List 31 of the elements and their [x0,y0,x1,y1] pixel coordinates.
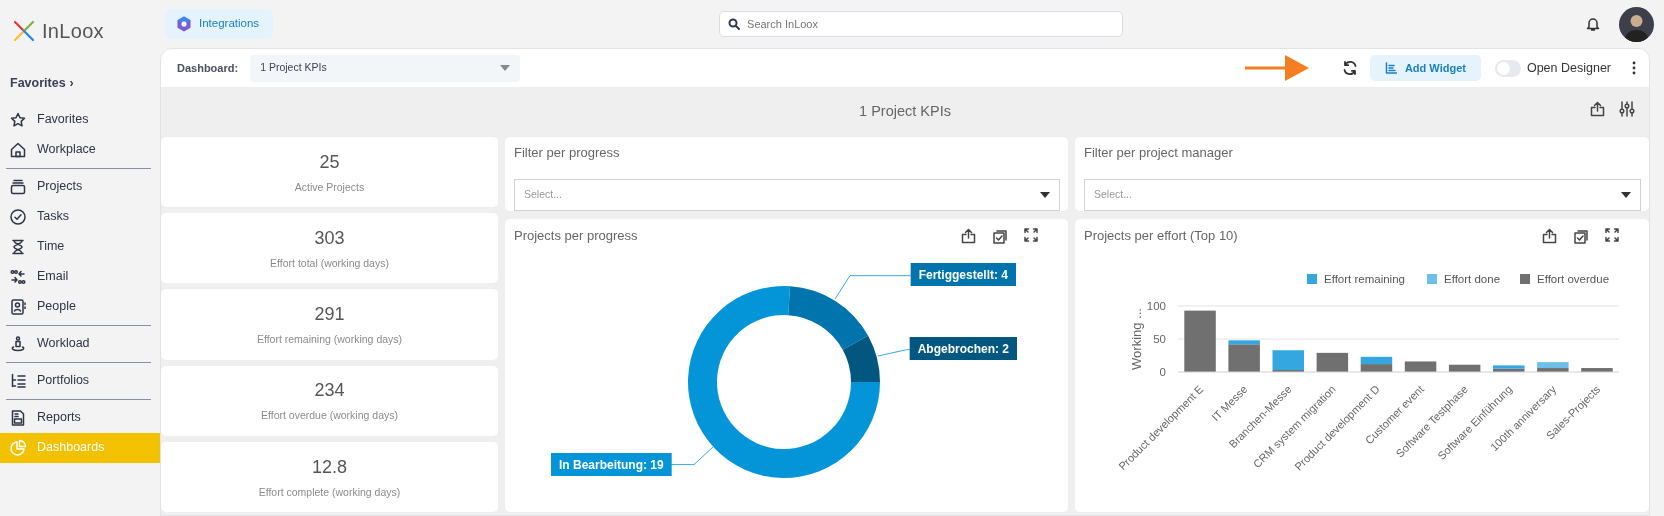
kpi-value: 25 [319,150,340,174]
data-label: Fertiggestellt: 4 [918,268,1009,282]
dashboard-title: 1 Project KPIs [859,102,951,122]
designer-label: Open Designer [1526,59,1611,77]
kpi-label: Effort complete (working days) [258,484,401,500]
filter-title: Filter per project manager [1084,144,1234,162]
kpi-label: Effort overdue (working days) [261,408,398,424]
axis-tick-label: 0 [1159,366,1166,378]
kpi-value: 291 [314,303,345,327]
legend-label: Effort overdue [1537,273,1610,285]
data-label: Fertiggestellt: 4 [910,263,1016,286]
kpi-label: Effort total (working days) [270,255,389,271]
kpi-label: Active Projects [294,179,365,195]
dashboard-label: Dashboard: [177,60,239,76]
axis-tick-label: 50 [1153,333,1166,345]
kpi-label: Effort remaining (working days) [256,332,403,348]
filter-title: Filter per progress [514,144,621,162]
chart-title: Projects per progress [514,227,638,246]
data-label: In Bearbeitung: 19 [559,458,665,472]
legend-label: Effort done [1444,273,1501,285]
axis-tick-label: 100 [1146,300,1166,312]
data-label: In Bearbeitung: 19 [551,453,672,476]
chart-title: Projects per effort (Top 10) [1084,227,1238,246]
data-label: Abgebrochen: 2 [909,337,1017,360]
kpi-value: 234 [314,379,345,403]
logo-text: InLoox [42,19,104,44]
axis-title: Working ... [1129,308,1144,370]
data-label: Abgebrochen: 2 [917,342,1010,356]
kpi-value: 12.8 [311,455,347,479]
legend-label: Effort remaining [1324,273,1405,285]
kpi-value: 303 [314,226,345,250]
